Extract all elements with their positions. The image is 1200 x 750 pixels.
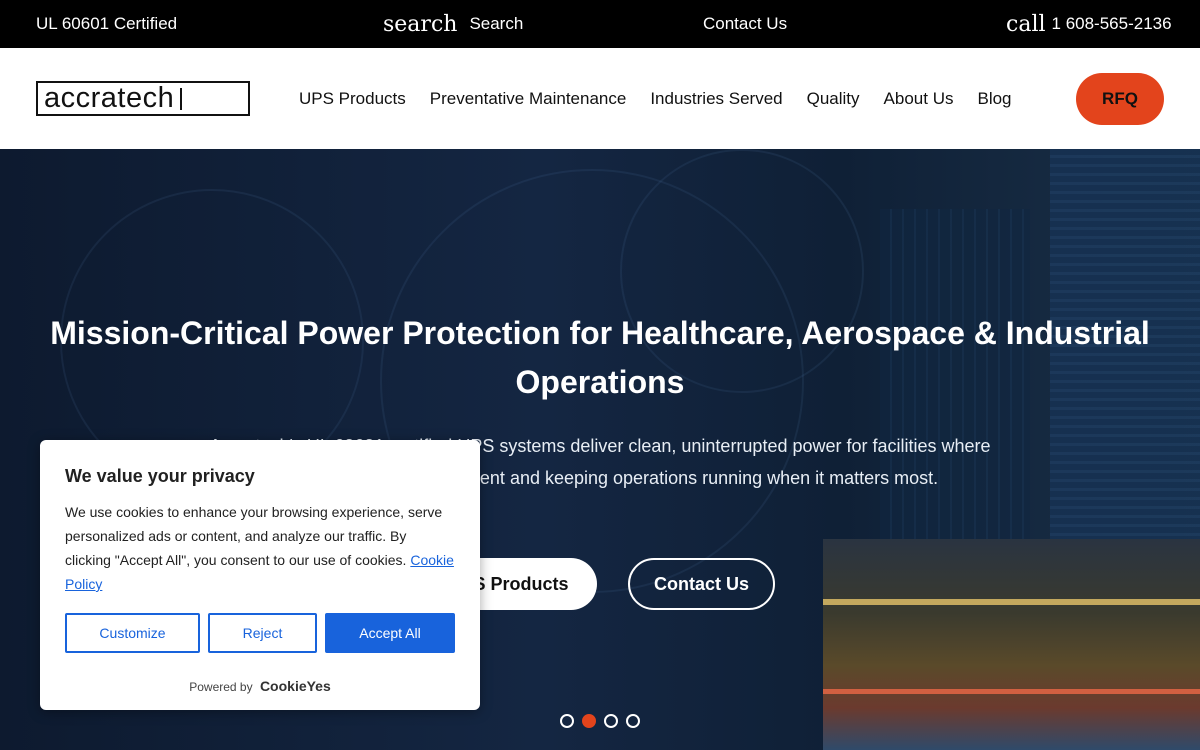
nav-ups-products[interactable]: UPS Products (299, 89, 406, 109)
powered-by-label: Powered by (189, 680, 253, 694)
phone-number: 1 608-565-2136 (1051, 14, 1172, 33)
cookieyes-logo: CookieYes (259, 678, 331, 694)
main-nav: UPS Products Preventative Maintenance In… (299, 48, 1036, 149)
carousel-dot[interactable] (626, 714, 640, 728)
nav-quality[interactable]: Quality (807, 89, 860, 109)
cookie-body: We use cookies to enhance your browsing … (65, 500, 455, 596)
hero-title: Mission-Critical Power Protection for He… (50, 315, 1150, 400)
logo-wordmark: accratech (44, 82, 175, 114)
accratech-logo[interactable]: accratech (36, 81, 769, 677)
rfq-button[interactable]: RFQ (1076, 73, 1164, 125)
site-header: accratech UPS Products Preventative Main… (0, 48, 1200, 677)
certification-text: UL 60601 Certified (36, 14, 178, 33)
accept-all-button[interactable]: Accept All (325, 613, 455, 653)
background-city-street-image (823, 539, 1200, 750)
top-bar: UL 60601 Certified search Search Contact… (0, 0, 1200, 48)
search-link[interactable]: search Search (383, 0, 523, 48)
phone-link[interactable]: call 1 608-565-2136 (1006, 0, 1172, 48)
logo-divider (180, 87, 183, 110)
nav-preventative-maintenance[interactable]: Preventative Maintenance (430, 89, 627, 109)
customize-button[interactable]: Customize (65, 613, 200, 653)
carousel-dot-active[interactable] (582, 714, 596, 728)
cookie-consent-dialog: We value your privacy We use cookies to … (40, 440, 480, 710)
search-label: Search (469, 14, 524, 33)
search-icon: search (383, 11, 458, 37)
nav-about-us[interactable]: About Us (884, 89, 954, 109)
carousel-dot[interactable] (604, 714, 618, 728)
contact-us-button[interactable]: Contact Us (628, 558, 775, 610)
carousel-dots (560, 714, 648, 728)
nav-industries-served[interactable]: Industries Served (650, 89, 782, 109)
powered-by: Powered by CookieYes (40, 678, 480, 694)
carousel-dot[interactable] (560, 714, 574, 728)
cookie-text: We use cookies to enhance your browsing … (65, 504, 443, 568)
contact-link[interactable]: Contact Us (703, 0, 787, 48)
reject-button[interactable]: Reject (208, 613, 317, 653)
cookie-title: We value your privacy (65, 466, 255, 486)
nav-blog[interactable]: Blog (977, 89, 1011, 109)
phone-icon: call (1006, 11, 1046, 37)
